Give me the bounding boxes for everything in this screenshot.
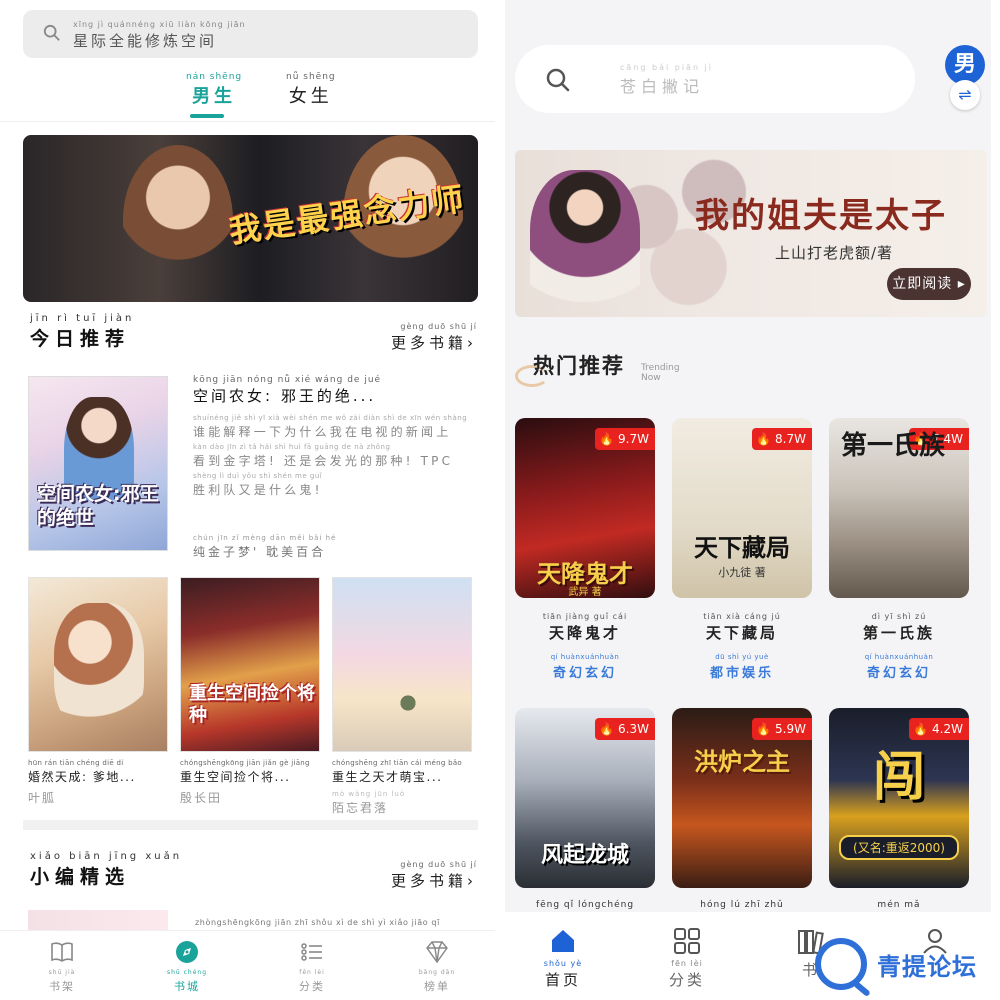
- section-divider: [23, 820, 478, 830]
- book-cover[interactable]: 🔥 5.9W 洪炉之主: [672, 708, 812, 888]
- book-title-pinyin: hóng lú zhī zhǔ: [700, 900, 784, 910]
- nav-ranking[interactable]: bǎng dān 榜单: [397, 939, 477, 994]
- tab-indicator: [190, 114, 224, 118]
- q-logo-icon: [815, 938, 867, 990]
- book-cover[interactable]: [332, 577, 472, 752]
- more-books-link[interactable]: gèng duō shū jí 更多书籍›: [391, 322, 477, 353]
- book-cover[interactable]: 🔥 9.7W 天降鬼才 武异 著: [515, 418, 655, 598]
- banner-art-character: [530, 170, 640, 317]
- book-cover[interactable]: 🔥 4.2W 闯 (又名:重返2000): [829, 708, 969, 888]
- book-cover[interactable]: 🔥 8.7W 天下藏局 小九徒 著: [672, 418, 812, 598]
- heat-badge: 🔥 4.2W: [909, 718, 969, 740]
- book-author: 殷长田: [180, 791, 223, 805]
- book-title-pinyin: zhòngshēngkōng jiān zhī shǒu xì de shì y…: [195, 918, 440, 927]
- nav-bookshelf[interactable]: shū jià 书架: [22, 939, 102, 994]
- section-title-editor: xiǎo biān jīng xuǎn 小编精选: [30, 851, 183, 889]
- book-category[interactable]: qí huànxuánhuàn 奇幻玄幻: [515, 652, 655, 681]
- book-cover[interactable]: 🔥 7.4W 第一氏族: [829, 418, 969, 598]
- swap-icon[interactable]: ⇌: [950, 80, 980, 110]
- book-author: mò wàng jūn luò 陌忘君落: [332, 790, 406, 815]
- more-books-link[interactable]: gèng duō shū jí 更多书籍›: [391, 860, 477, 891]
- diamond-icon: [426, 941, 448, 964]
- banner-art-character: [123, 145, 233, 295]
- book-category[interactable]: dū shì yú yuè 都市娱乐: [672, 652, 812, 681]
- search-text: xīng jì quánnéng xiū liàn kōng jiān 星际全能…: [73, 20, 246, 50]
- book-title-pinyin: fēng qǐ lóngchéng: [535, 900, 635, 910]
- section-subtitle: Trending Now: [641, 363, 680, 383]
- watermark-logo: 青提论坛: [815, 938, 977, 990]
- heat-badge: 🔥 8.7W: [752, 428, 812, 450]
- nav-category[interactable]: fēn lèi 分类: [637, 926, 737, 990]
- nav-home[interactable]: shǒu yè 首页: [513, 926, 613, 990]
- section-title-hot: 热门推荐: [533, 353, 625, 378]
- tab-female[interactable]: nǚ shēng 女生: [286, 72, 336, 108]
- book-author: 叶胍: [28, 791, 57, 805]
- book-title[interactable]: tiān jiàng guǐ cái 天降鬼才: [515, 612, 655, 643]
- book-cover[interactable]: [28, 577, 168, 752]
- search-bar[interactable]: cāng bái piān jì 苍白撇记: [515, 45, 915, 113]
- book-title-pinyin: mén mǎ: [877, 900, 921, 910]
- gender-tabs: nán shēng 男生 nǚ shēng 女生: [0, 68, 495, 122]
- banner-title: 我的姐夫是太子: [695, 196, 947, 236]
- category-icon: [301, 943, 322, 961]
- book-title[interactable]: dì yī shì zú 第一氏族: [829, 612, 969, 643]
- grid-icon: [674, 928, 700, 954]
- featured-book-cover[interactable]: 空间农女:邪王的绝世: [28, 376, 168, 551]
- book-cover[interactable]: 重生空间捡个将种: [180, 577, 320, 752]
- screen-divider: [495, 0, 505, 1000]
- book-cover[interactable]: 🔥 6.3W 风起龙城: [515, 708, 655, 888]
- section-title-today: jīn rì tuī jiàn 今日推荐: [30, 313, 135, 351]
- gender-toggle[interactable]: 男: [945, 45, 985, 85]
- book-category[interactable]: qí huànxuánhuàn 奇幻玄幻: [829, 652, 969, 681]
- book-title[interactable]: hūn rán tiān chéng diē di 婚然天成: 爹地...: [28, 758, 173, 785]
- promo-banner[interactable]: 我的姐夫是太子 上山打老虎额/著 立即阅读 ▸: [515, 150, 987, 317]
- bottom-nav: shū jià 书架 shū chéng 书城 fēn lèi 分类 bǎng …: [0, 930, 495, 1000]
- book-title[interactable]: chóngshēngkōng jiān jiǎn gè jiāng 重生空间捡个…: [180, 758, 325, 785]
- compass-icon: [176, 941, 198, 963]
- heat-badge: 🔥 9.7W: [595, 428, 655, 450]
- book-title[interactable]: tiān xià cáng jú 天下藏局: [672, 612, 812, 643]
- book-title[interactable]: chóngshēng zhī tiān cái méng bǎo 重生之天才萌宝…: [332, 758, 477, 785]
- featured-book-description: shuínéng jiě shì yī xià wèi shén me wǒ z…: [193, 414, 468, 497]
- search-icon: [43, 24, 60, 41]
- tab-male[interactable]: nán shēng 男生: [186, 72, 242, 108]
- home-icon: [552, 930, 574, 952]
- right-screen: cāng bái piān jì 苍白撇记 男 ⇌ 我的姐夫是太子 上山打老虎额…: [505, 0, 991, 1000]
- heat-badge: 🔥 6.3W: [595, 718, 655, 740]
- heat-badge: 🔥 5.9W: [752, 718, 812, 740]
- featured-book-title[interactable]: kōng jiān nóng nǚ xié wáng de jué 空间农女: …: [193, 375, 381, 406]
- banner-author: 上山打老虎额/著: [775, 244, 894, 262]
- search-icon: [546, 68, 570, 92]
- featured-book-author: chún jīn zǐ mèng dān měi bǎi hé 纯金子梦' 耽美…: [193, 534, 337, 559]
- book-icon: [51, 942, 73, 962]
- search-placeholder: cāng bái piān jì 苍白撇记: [620, 63, 713, 96]
- nav-category[interactable]: fēn lèi 分类: [272, 939, 352, 994]
- read-now-button[interactable]: 立即阅读 ▸: [887, 268, 971, 300]
- nav-bookstore[interactable]: shū chéng 书城: [147, 939, 227, 994]
- promo-banner[interactable]: 我是最强念力师: [23, 135, 478, 302]
- left-screen: xīng jì quánnéng xiū liàn kōng jiān 星际全能…: [0, 0, 495, 1000]
- search-bar[interactable]: xīng jì quánnéng xiū liàn kōng jiān 星际全能…: [23, 10, 478, 58]
